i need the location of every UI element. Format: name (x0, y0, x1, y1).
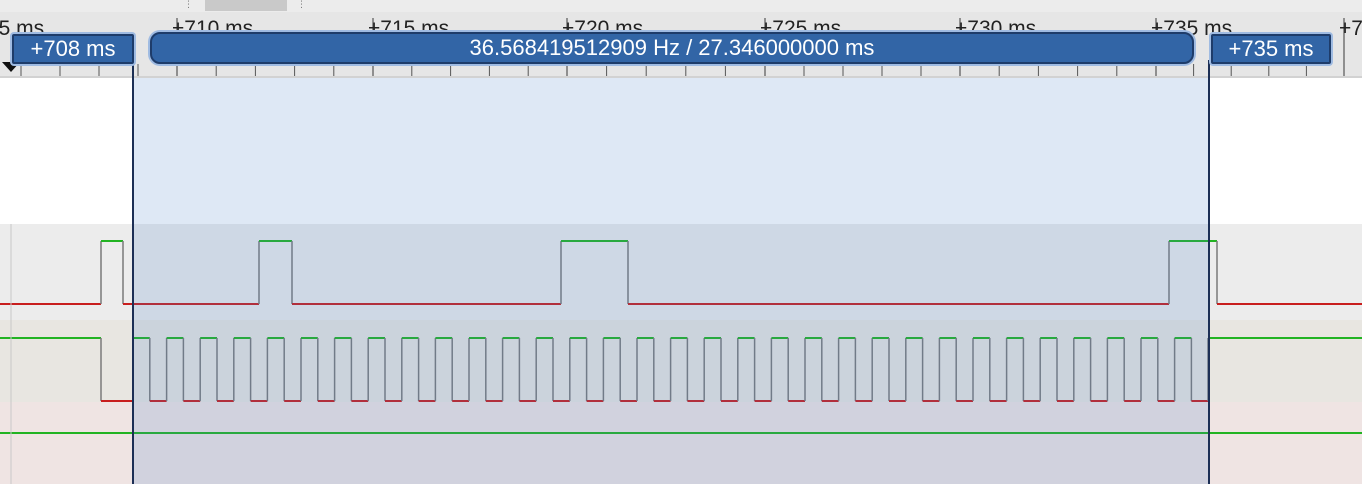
right-marker-label[interactable]: +735 ms (1211, 34, 1331, 64)
channel-0-wave (0, 240, 1362, 305)
channel-1-wave (0, 337, 1362, 402)
scrollbar-thumb[interactable] (205, 0, 287, 11)
scroll-grip-icon: ⋮ (297, 0, 306, 10)
waveforms (0, 224, 1362, 484)
right-cursor-line[interactable] (1208, 60, 1210, 484)
tick-label-740: +740 ms (1339, 17, 1362, 40)
left-cursor-line[interactable] (132, 60, 134, 484)
left-marker-label[interactable]: +708 ms (12, 34, 134, 64)
measurement-label[interactable]: 36.568419512909 Hz / 27.346000000 ms (150, 32, 1194, 64)
trace-area[interactable] (0, 78, 1362, 484)
scroll-grip-icon: ⋮ (184, 0, 193, 10)
